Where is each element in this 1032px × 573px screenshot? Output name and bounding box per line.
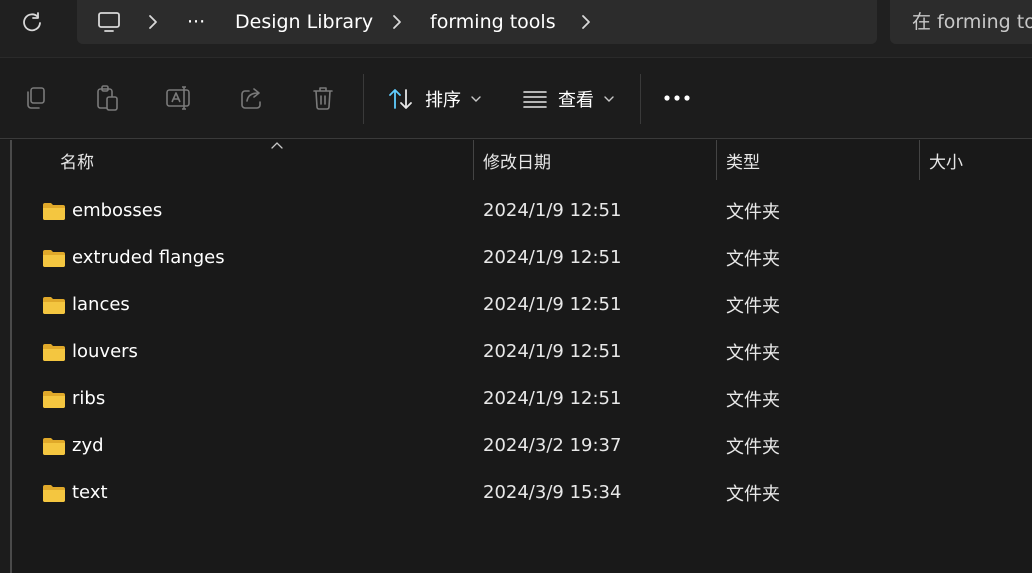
file-date: 2024/1/9 12:51 (483, 200, 622, 221)
file-type: 文件夹 (726, 342, 780, 364)
search-input[interactable]: 在 forming tools 中搜索 (890, 0, 1032, 44)
file-name[interactable]: extruded flanges (72, 234, 225, 281)
file-date: 2024/3/2 19:37 (483, 435, 622, 456)
folder-icon (42, 328, 66, 375)
file-date: 2024/1/9 12:51 (483, 341, 622, 362)
column-date-header[interactable]: 修改日期 (483, 140, 551, 180)
rename-button[interactable] (160, 80, 198, 116)
view-menu-button[interactable]: 查看 (522, 80, 614, 118)
file-date: 2024/1/9 12:51 (483, 247, 622, 268)
column-type-header[interactable]: 类型 (726, 140, 760, 180)
navigation-pane-edge[interactable] (0, 140, 12, 573)
toolbar-divider (640, 74, 641, 124)
file-row[interactable]: louvers 2024/1/9 12:51 文件夹 (14, 328, 1032, 375)
more-icon (664, 95, 690, 101)
copy-button[interactable] (16, 80, 54, 116)
this-pc-button[interactable] (97, 0, 121, 44)
file-type: 文件夹 (726, 201, 780, 223)
address-row: ··· Design Library forming tools 在 formi… (0, 0, 1032, 57)
chevron-right-icon[interactable] (391, 0, 403, 44)
delete-button[interactable] (304, 80, 342, 116)
file-row[interactable]: ribs 2024/1/9 12:51 文件夹 (14, 375, 1032, 422)
refresh-button[interactable] (14, 6, 50, 38)
folder-icon (42, 281, 66, 328)
paste-icon (97, 85, 118, 111)
file-name[interactable]: lances (72, 281, 130, 328)
folder-icon (42, 234, 66, 281)
column-divider[interactable] (473, 140, 474, 180)
folder-icon (42, 422, 66, 469)
folder-icon (42, 469, 66, 516)
sort-icon (389, 89, 412, 109)
view-icon (523, 91, 547, 108)
column-size-header[interactable]: 大小 (929, 140, 963, 180)
file-date: 2024/1/9 12:51 (483, 294, 622, 315)
column-divider[interactable] (716, 140, 717, 180)
file-name[interactable]: ribs (72, 375, 105, 422)
column-name-header[interactable]: 名称 (60, 140, 94, 180)
file-type: 文件夹 (726, 295, 780, 317)
command-bar: 排序 查看 (0, 57, 1032, 139)
chevron-right-icon[interactable] (580, 0, 592, 44)
view-label: 查看 (558, 90, 594, 111)
share-button[interactable] (233, 80, 271, 116)
chevron-down-icon (604, 96, 614, 102)
file-name[interactable]: embosses (72, 187, 162, 234)
file-name[interactable]: zyd (72, 422, 104, 469)
file-date: 2024/3/9 15:34 (483, 482, 622, 503)
column-divider[interactable] (919, 140, 920, 180)
breadcrumb-overflow[interactable]: ··· (187, 0, 205, 44)
file-type: 文件夹 (726, 436, 780, 458)
search-placeholder: 在 forming tools 中搜索 (912, 11, 1032, 33)
copy-icon (27, 87, 45, 109)
file-row[interactable]: lances 2024/1/9 12:51 文件夹 (14, 281, 1032, 328)
file-list: embosses 2024/1/9 12:51 文件夹 extruded fla… (14, 187, 1032, 516)
file-row[interactable]: embosses 2024/1/9 12:51 文件夹 (14, 187, 1032, 234)
breadcrumb-forming-tools[interactable]: forming tools (430, 0, 556, 44)
file-date: 2024/1/9 12:51 (483, 388, 622, 409)
file-type: 文件夹 (726, 483, 780, 505)
address-bar[interactable]: ··· Design Library forming tools (77, 0, 877, 44)
delete-icon (313, 87, 333, 110)
folder-icon (42, 375, 66, 422)
share-icon (241, 88, 261, 109)
file-type: 文件夹 (726, 389, 780, 411)
sort-menu-button[interactable]: 排序 (387, 80, 481, 118)
see-more-button[interactable] (658, 80, 696, 116)
file-name[interactable]: text (72, 469, 108, 516)
paste-button[interactable] (88, 80, 126, 116)
file-row[interactable]: text 2024/3/9 15:34 文件夹 (14, 469, 1032, 516)
sort-label: 排序 (425, 90, 461, 111)
file-row[interactable]: zyd 2024/3/2 19:37 文件夹 (14, 422, 1032, 469)
chevron-down-icon (471, 96, 481, 102)
file-row[interactable]: extruded flanges 2024/1/9 12:51 文件夹 (14, 234, 1032, 281)
file-type: 文件夹 (726, 248, 780, 270)
refresh-icon (23, 12, 41, 32)
chevron-right-icon[interactable] (147, 0, 159, 44)
rename-icon (166, 86, 190, 110)
breadcrumb-design-library[interactable]: Design Library (235, 0, 373, 44)
folder-icon (42, 187, 66, 234)
this-pc-icon (98, 12, 120, 32)
toolbar-divider (363, 74, 364, 124)
file-name[interactable]: louvers (72, 328, 138, 375)
column-header: 名称 修改日期 类型 大小 (14, 140, 1032, 180)
sort-ascending-icon (271, 142, 283, 149)
